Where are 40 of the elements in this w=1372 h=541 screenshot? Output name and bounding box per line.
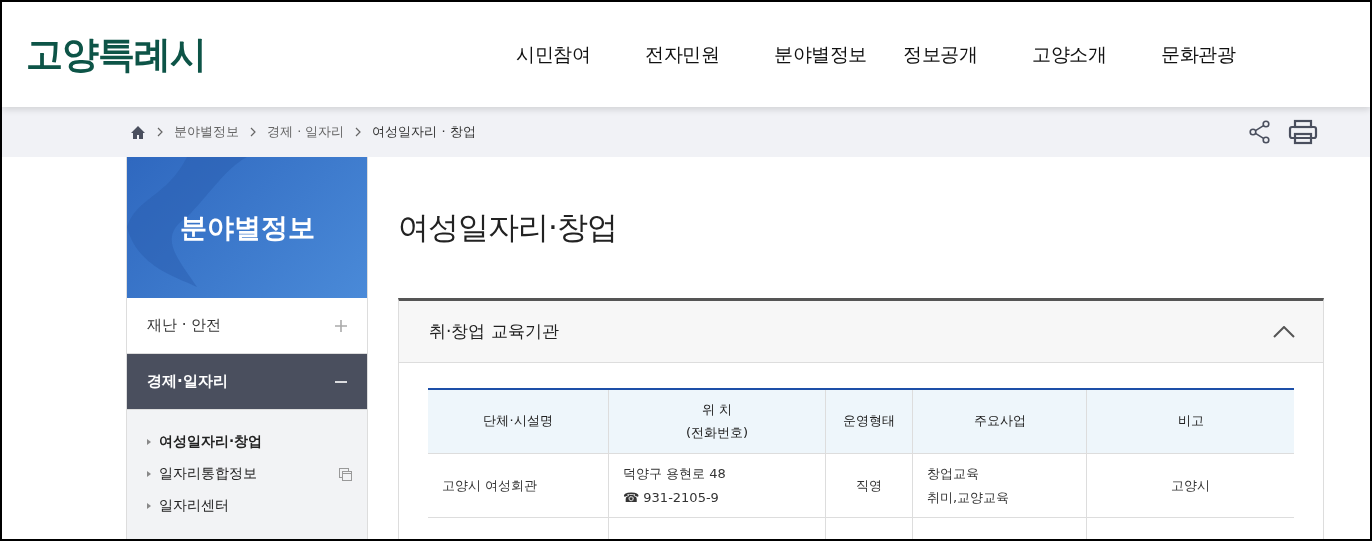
bullet-icon <box>147 439 151 445</box>
nav-link[interactable]: 분야별정보 <box>774 41 903 68</box>
nav-link[interactable]: 전자민원 <box>645 41 774 68</box>
submenu-link[interactable]: 여성일자리·창업 <box>147 426 367 458</box>
breadcrumb-link[interactable]: 경제 · 일자리 <box>267 123 345 141</box>
chevron-right-icon <box>354 127 363 137</box>
print-icon[interactable] <box>1288 119 1318 145</box>
nav-link[interactable]: 문화관광 <box>1161 41 1290 68</box>
logo[interactable]: 고양특례시 <box>26 29 516 80</box>
table-cell: 고양시 여성회관 <box>428 454 608 518</box>
column-header: 단체·시설명 <box>428 390 608 454</box>
page-title: 여성일자리·창업 <box>398 207 618 247</box>
breadcrumb-link[interactable]: 여성일자리 · 창업 <box>372 123 476 141</box>
chevron-up-icon <box>1273 325 1295 338</box>
bullet-icon <box>147 503 151 509</box>
submenu-link[interactable]: 일자리센터 <box>147 490 367 522</box>
column-header: 주요사업 <box>912 390 1086 454</box>
nav-link[interactable]: 고양소개 <box>1032 41 1161 68</box>
bullet-icon <box>147 471 151 477</box>
column-header: 위 치 (전화번호) <box>608 390 825 454</box>
chevron-right-icon <box>249 127 257 137</box>
accordion-header[interactable]: 취·창업 교육기관 <box>399 301 1323 363</box>
sidebar-title: 분야별정보 <box>179 210 315 245</box>
home-icon[interactable] <box>130 124 146 140</box>
submenu-link[interactable]: 일자리통합정보 <box>147 458 367 490</box>
column-header: 운영형태 <box>825 390 912 454</box>
nav-link[interactable]: 시민참여 <box>516 41 645 68</box>
nav-link[interactable]: 정보공개 <box>903 41 1032 68</box>
table-cell: 고양시 <box>1086 454 1294 518</box>
sidebar-menu-item[interactable]: 재난 · 안전 <box>127 298 367 354</box>
plus-icon <box>335 319 347 332</box>
table-cell: 창업교육 취미,교양교육 <box>912 454 1086 518</box>
table-cell: 덕양구 용현로 48 ☎ 931-2105-9 <box>608 454 825 518</box>
sidebar-menu-item[interactable]: 경제·일자리 <box>127 354 367 410</box>
share-icon[interactable] <box>1248 120 1272 144</box>
table-cell: 직영 <box>825 454 912 518</box>
new-window-icon <box>338 466 353 482</box>
breadcrumb-link[interactable]: 분야별정보 <box>174 123 239 141</box>
column-header: 비고 <box>1086 390 1294 454</box>
chevron-right-icon <box>156 127 164 137</box>
